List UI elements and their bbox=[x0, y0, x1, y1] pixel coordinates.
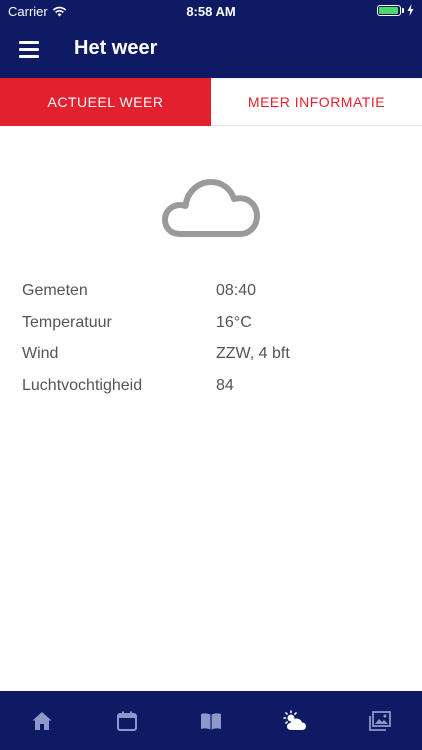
page-title: Het weer bbox=[74, 37, 158, 59]
hamburger-menu-icon[interactable] bbox=[19, 41, 39, 58]
detail-row-gemeten: Gemeten 08:40 bbox=[22, 282, 402, 314]
weather-details: Gemeten 08:40 Temperatuur 16°C Wind ZZW,… bbox=[22, 282, 402, 408]
tab-bar: ACTUEEL WEER MEER INFORMATIE bbox=[0, 78, 422, 126]
nav-book[interactable] bbox=[181, 691, 241, 750]
battery-icon bbox=[377, 4, 401, 16]
detail-value: 84 bbox=[216, 376, 234, 394]
detail-value: 16°C bbox=[216, 313, 252, 331]
weather-icon bbox=[283, 709, 307, 730]
detail-label: Luchtvochtigheid bbox=[22, 376, 143, 394]
home-icon bbox=[32, 711, 52, 730]
gallery-icon bbox=[368, 710, 391, 731]
bottom-navigation bbox=[0, 691, 422, 750]
app-header: Het weer bbox=[0, 22, 422, 78]
nav-gallery[interactable] bbox=[350, 691, 410, 750]
tab-meer-informatie[interactable]: MEER INFORMATIE bbox=[211, 78, 422, 126]
status-time: 8:58 AM bbox=[186, 4, 236, 19]
detail-label: Gemeten bbox=[22, 282, 88, 299]
detail-value: ZZW, 4 bft bbox=[216, 345, 290, 362]
nav-home[interactable] bbox=[12, 691, 72, 750]
battery-indicator bbox=[377, 4, 414, 16]
detail-row-wind: Wind ZZW, 4 bft bbox=[22, 345, 402, 377]
charging-bolt-icon bbox=[407, 4, 414, 16]
nav-calendar[interactable] bbox=[97, 691, 157, 750]
detail-value: 08:40 bbox=[216, 282, 257, 299]
detail-row-luchtvochtigheid: Luchtvochtigheid 84 bbox=[22, 377, 402, 409]
tab-actueel-weer[interactable]: ACTUEEL WEER bbox=[0, 78, 211, 126]
detail-row-temperatuur: Temperatuur 16°C bbox=[22, 314, 402, 346]
calendar-icon bbox=[116, 711, 137, 731]
book-icon bbox=[200, 712, 221, 730]
nav-weather[interactable] bbox=[265, 691, 325, 750]
status-bar: Carrier 8:58 AM bbox=[0, 0, 422, 22]
battery-tip bbox=[402, 7, 404, 13]
cloud-icon bbox=[162, 179, 260, 237]
detail-label: Wind bbox=[22, 345, 59, 362]
detail-label: Temperatuur bbox=[22, 313, 112, 331]
battery-fill bbox=[379, 6, 398, 14]
